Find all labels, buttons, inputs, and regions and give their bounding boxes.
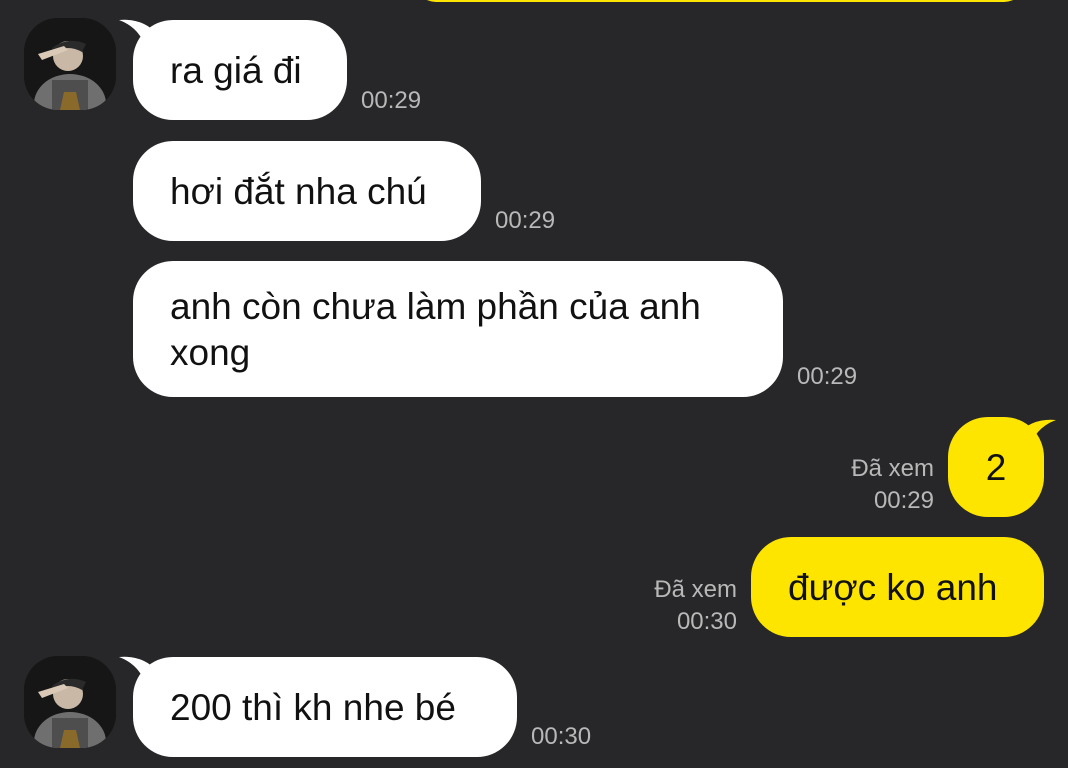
message-time: 00:29 [797, 363, 858, 390]
message-meta: Đã xem 00:30 [654, 574, 737, 638]
message-bubble[interactable]: ra giá đi [133, 20, 347, 120]
message-text: ra giá đi [170, 50, 302, 91]
chat-message-list[interactable]: ra giá đi 00:29 hơi đắt nha chú 00:29 an… [0, 0, 1068, 768]
bubble-tail [119, 19, 157, 52]
message-time: 00:29 [873, 487, 934, 514]
bubble-tail [119, 656, 157, 689]
message-bubble[interactable]: anh còn chưa làm phần của anh xong [133, 261, 783, 397]
message-text: anh còn chưa làm phần của anh xong [170, 286, 701, 373]
message-time: 00:30 [676, 608, 737, 635]
seen-status: Đã xem [851, 455, 934, 482]
previous-message-bubble[interactable] [415, 0, 1025, 2]
sender-avatar[interactable] [24, 18, 116, 110]
message-text: 200 thì kh nhe bé [170, 687, 456, 728]
message-bubble[interactable]: 200 thì kh nhe bé [133, 657, 517, 757]
message-text: hơi đắt nha chú [170, 171, 427, 212]
message-text: được ko anh [788, 567, 998, 608]
bubble-tail [1018, 419, 1056, 452]
message-time: 00:29 [495, 207, 556, 234]
message-bubble[interactable]: được ko anh [751, 537, 1044, 637]
message-bubble[interactable]: hơi đắt nha chú [133, 141, 481, 241]
message-time: 00:30 [531, 723, 592, 750]
sender-avatar[interactable] [24, 656, 116, 748]
message-time: 00:29 [361, 87, 422, 114]
seen-status: Đã xem [654, 576, 737, 603]
message-meta: Đã xem 00:29 [851, 453, 934, 517]
